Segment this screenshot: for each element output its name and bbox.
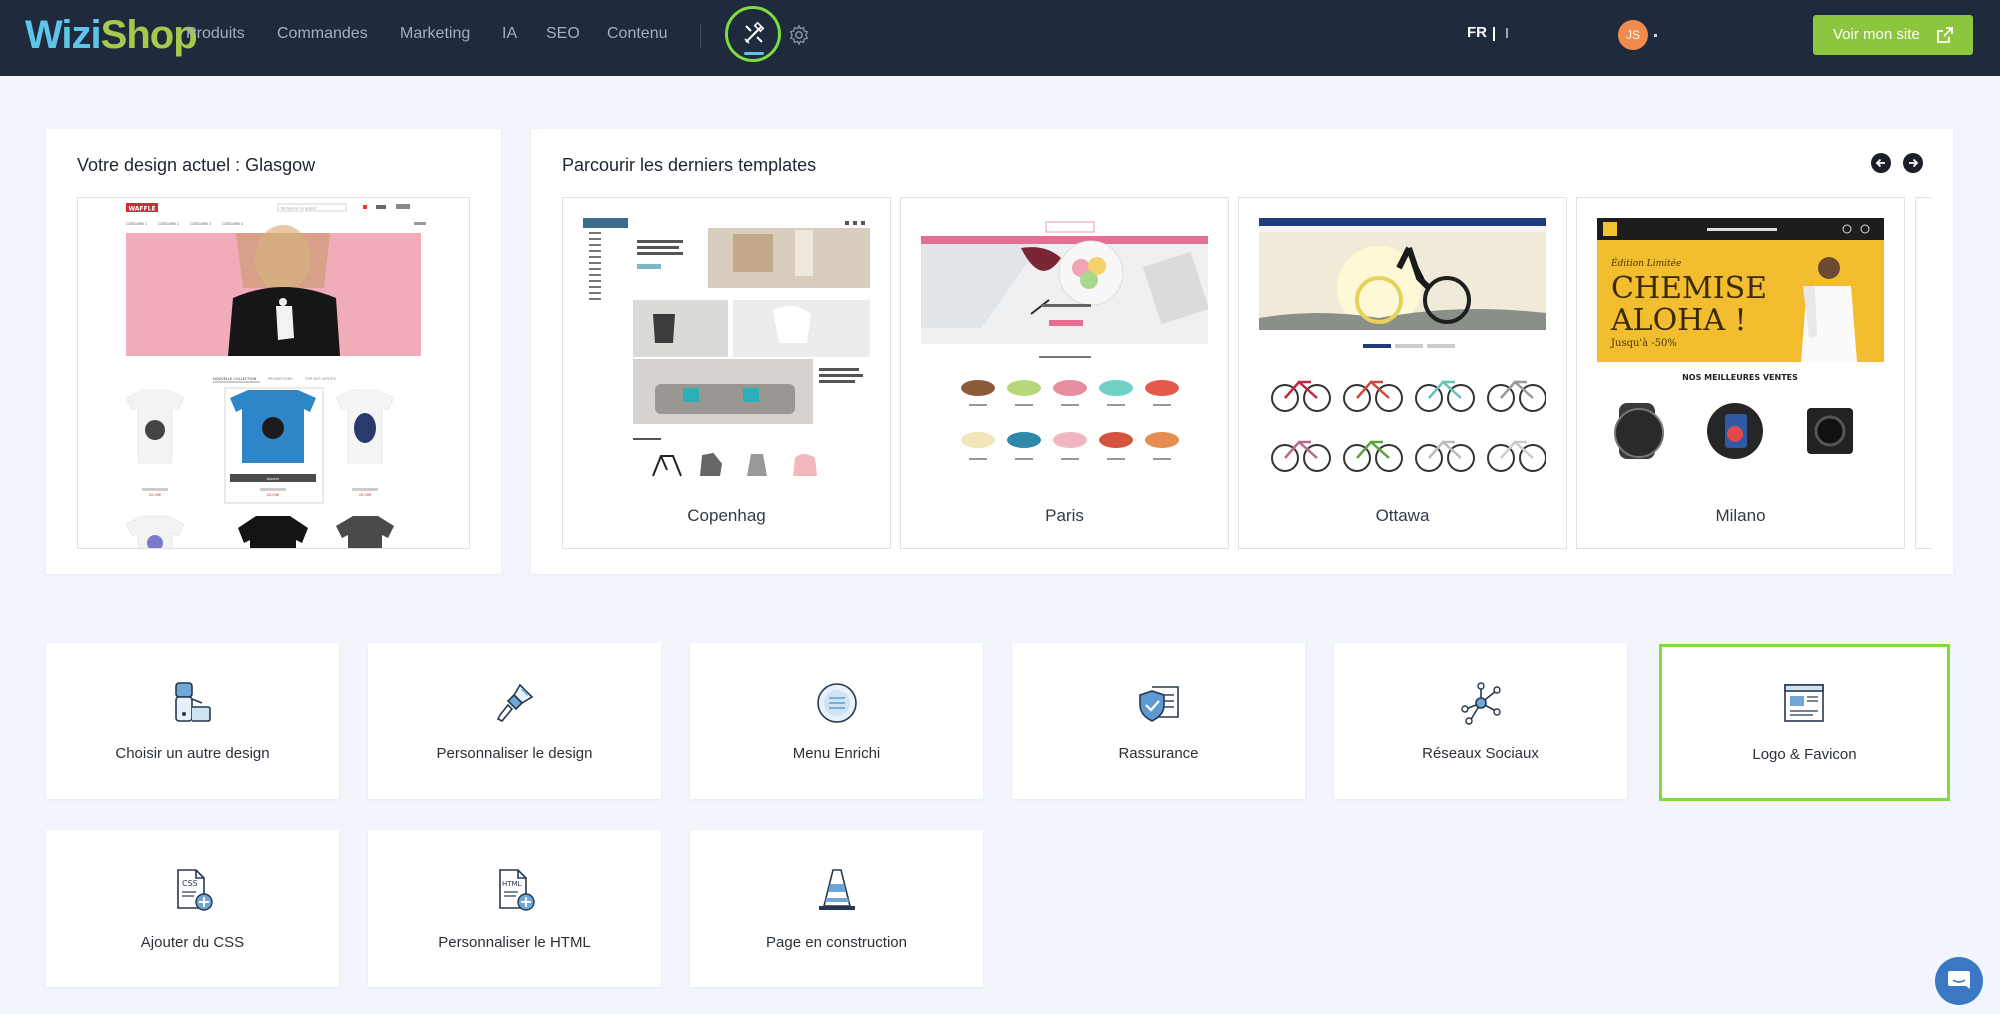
nav-marketing[interactable]: Marketing xyxy=(400,24,470,44)
template-name: Milano xyxy=(1715,506,1766,525)
preview-menu-2: CATEGORIE 2 xyxy=(158,222,179,226)
milano-banner-sub: Jusqu'à -50% xyxy=(1610,338,1677,349)
tool-label: Réseaux Sociaux xyxy=(1422,745,1539,762)
template-card-next-partial[interactable] xyxy=(1915,197,1931,549)
glasgow-screenshot: WAFFLE Rechercher un produit CATEGORIE 1… xyxy=(125,203,426,548)
preview-brand: WAFFLE xyxy=(128,206,155,213)
tool-label: Choisir un autre design xyxy=(115,745,270,762)
user-avatar[interactable]: JS xyxy=(1618,20,1648,50)
next-templates-button[interactable] xyxy=(1903,153,1923,173)
templates-title: Parcourir les derniers templates xyxy=(562,155,817,175)
view-my-site-button[interactable]: Voir mon site xyxy=(1813,15,1973,55)
tool-label: Page en construction xyxy=(766,934,907,951)
preview-menu-3: CATEGORIE 3 xyxy=(190,222,211,226)
ottawa-screenshot xyxy=(1259,218,1546,472)
top-navigation-bar: WiziShop Produits Commandes Marketing IA… xyxy=(0,0,2000,76)
tool-label: Personnaliser le design xyxy=(436,745,593,762)
external-link-icon xyxy=(1937,27,1953,43)
arrow-left-icon xyxy=(1875,158,1885,168)
nav-ia[interactable]: IA xyxy=(502,24,517,44)
template-name: Paris xyxy=(1045,506,1084,525)
network-icon xyxy=(1461,682,1501,725)
tool-social-networks[interactable]: Réseaux Sociaux xyxy=(1334,643,1627,799)
template-thumbnail xyxy=(583,218,870,488)
language-selector[interactable]: FR xyxy=(1467,24,1487,41)
nav-seo[interactable]: SEO xyxy=(546,24,580,44)
preview-tab-3: TOP DES VENTES xyxy=(304,377,337,381)
css-file-icon: CSS xyxy=(177,869,213,911)
svg-text:HTML: HTML xyxy=(502,880,522,888)
tool-rich-menu[interactable]: Menu Enrichi xyxy=(690,643,983,799)
wizishop-logo[interactable]: WiziShop xyxy=(25,12,198,58)
tool-label: Ajouter du CSS xyxy=(140,934,245,951)
preview-tab-2: PROMOTIONS xyxy=(268,377,293,381)
preview-price-1: 20,00€ xyxy=(149,493,162,497)
tool-label: Personnaliser le HTML xyxy=(438,934,591,951)
tool-label: Menu Enrichi xyxy=(792,745,881,762)
template-card-milano[interactable]: Édition Limitée CHEMISE ALOHA ! Jusqu'à … xyxy=(1576,197,1905,549)
tool-add-css[interactable]: CSS Ajouter du CSS xyxy=(46,830,339,987)
palette-icon xyxy=(175,682,211,722)
preview-add-button: Ajouter xyxy=(267,477,280,481)
tool-label: Rassurance xyxy=(1118,745,1199,762)
template-card-ottawa[interactable]: Ottawa xyxy=(1238,197,1567,549)
milano-banner-line2: ALOHA ! xyxy=(1610,303,1747,338)
chevron-left-icon xyxy=(1506,28,1509,38)
preview-menu-4: CATEGORIE 4 xyxy=(222,222,243,226)
tool-under-construction[interactable]: Page en construction xyxy=(690,830,983,987)
menu-icon xyxy=(817,683,857,723)
nav-contenu[interactable]: Contenu xyxy=(607,24,668,44)
tool-choose-design[interactable]: Choisir un autre design xyxy=(46,643,339,799)
design-tools-icon xyxy=(744,22,765,44)
browser-window-icon xyxy=(1784,684,1824,722)
shield-check-icon xyxy=(1139,686,1179,722)
template-thumbnail xyxy=(1259,218,1546,488)
paris-screenshot xyxy=(921,221,1208,460)
template-thumbnail xyxy=(921,218,1208,488)
copenhag-screenshot xyxy=(583,218,870,477)
language-flag xyxy=(1493,27,1495,41)
paintbrush-icon xyxy=(496,683,534,722)
milano-section-title: NOS MEILLEURES VENTES xyxy=(1682,373,1798,382)
milano-banner-small: Édition Limitée xyxy=(1610,257,1681,269)
tool-customize-html[interactable]: HTML Personnaliser le HTML xyxy=(368,830,661,987)
template-name: Ottawa xyxy=(1375,506,1430,525)
previous-templates-button[interactable] xyxy=(1871,153,1891,173)
preview-price-3: 20,00€ xyxy=(359,493,372,497)
active-indicator xyxy=(744,52,764,55)
preview-menu-1: CATEGORIE 1 xyxy=(126,222,147,226)
current-design-title: Votre design actuel : Glasgow xyxy=(77,155,316,175)
account-menu-dot[interactable] xyxy=(1654,34,1657,37)
template-name: Copenhag xyxy=(687,506,766,525)
gear-icon[interactable] xyxy=(788,24,810,46)
design-tool-button[interactable] xyxy=(725,6,781,62)
html-file-icon: HTML xyxy=(499,869,535,911)
template-card-paris[interactable]: Paris xyxy=(900,197,1229,549)
preview-tab-1: NOUVELLE COLLECTION xyxy=(213,377,256,381)
nav-divider xyxy=(700,24,701,48)
tool-logo-favicon[interactable]: Logo & Favicon xyxy=(1659,644,1950,801)
milano-banner-line1: CHEMISE xyxy=(1611,271,1767,306)
tool-label: Logo & Favicon xyxy=(1752,746,1857,763)
tool-customize-design[interactable]: Personnaliser le design xyxy=(368,643,661,799)
svg-text:CSS: CSS xyxy=(182,879,198,888)
current-design-preview[interactable]: WAFFLE Rechercher un produit CATEGORIE 1… xyxy=(77,197,470,549)
preview-search: Rechercher un produit xyxy=(281,207,317,211)
preview-price-2: 20,00€ xyxy=(267,493,280,497)
nav-produits[interactable]: Produits xyxy=(186,24,245,44)
nav-commandes[interactable]: Commandes xyxy=(277,24,368,44)
template-card-copenhag[interactable]: Copenhag xyxy=(562,197,891,549)
traffic-cone-icon xyxy=(819,869,855,910)
chat-icon xyxy=(1948,971,1970,989)
arrow-right-icon xyxy=(1909,158,1919,168)
milano-screenshot: Édition Limitée CHEMISE ALOHA ! Jusqu'à … xyxy=(1597,218,1884,459)
chat-support-button[interactable] xyxy=(1935,957,1983,1005)
tool-reassurance[interactable]: Rassurance xyxy=(1012,643,1305,799)
template-thumbnail: Édition Limitée CHEMISE ALOHA ! Jusqu'à … xyxy=(1597,218,1884,488)
